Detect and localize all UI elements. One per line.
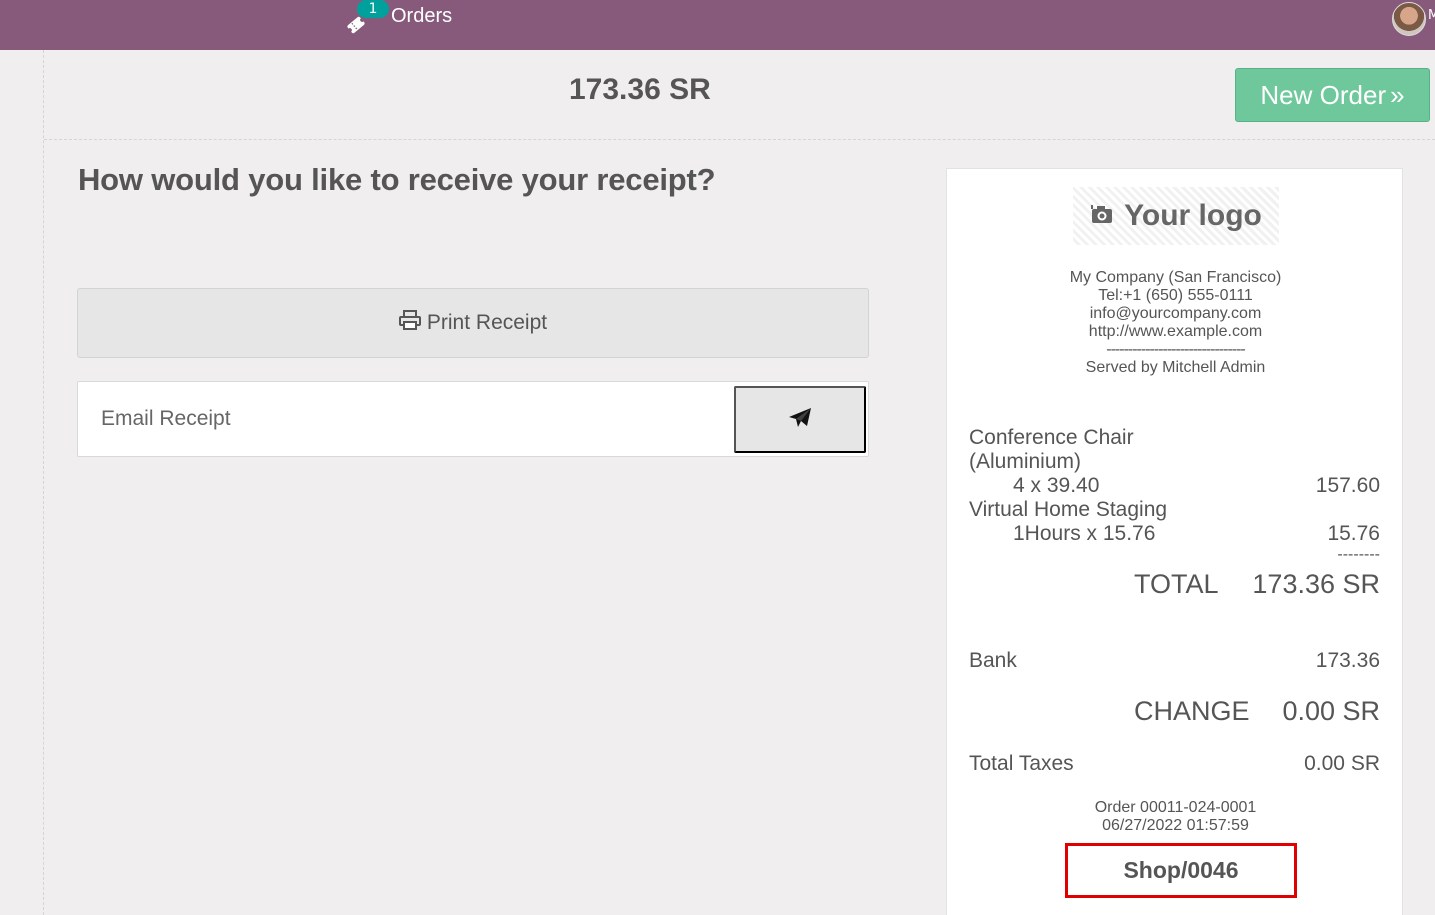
printer-icon — [398, 310, 421, 336]
double-chevron-right-icon: » — [1390, 79, 1405, 110]
print-receipt-label: Print Receipt — [426, 311, 548, 334]
company-name: My Company (San Francisco) — [1069, 269, 1282, 286]
served-by: Served by Mitchell Admin — [1085, 359, 1266, 376]
order-number: Order 00011-024-0001 — [1094, 799, 1257, 816]
new-order-button[interactable]: New Order » — [1235, 68, 1430, 122]
orders-label[interactable]: Orders — [391, 5, 452, 28]
receipt-line-amount: 15.76 — [1327, 522, 1380, 545]
payment-header — [44, 50, 1435, 140]
logo-text: Your logo — [1124, 199, 1262, 232]
ticket-code: Shop/0046 — [1123, 857, 1239, 883]
company-phone: Tel:+1 (650) 555-0111 — [1098, 287, 1253, 304]
receipt-line-name: Conference Chair — [969, 426, 1134, 449]
total-value: 173.36 SR — [1252, 569, 1380, 599]
receipt-line-amount: 157.60 — [1315, 474, 1380, 497]
orders-count-badge: 1 — [357, 0, 389, 18]
payment-method-label: Bank — [969, 649, 1017, 672]
company-separator: -------------------------------- — [1106, 341, 1246, 358]
left-rail — [0, 50, 44, 915]
company-info: My Company (San Francisco) Tel:+1 (650) … — [947, 269, 1404, 377]
print-receipt-button[interactable]: Print Receipt — [77, 288, 869, 358]
change-label: CHANGE — [1134, 696, 1250, 726]
receipt-preview: Your logo My Company (San Francisco) Tel… — [946, 168, 1403, 915]
receipt-line-qty: 1Hours x 15.76 — [1013, 522, 1156, 545]
email-receipt-input[interactable] — [88, 390, 728, 448]
new-order-label: New Order — [1260, 79, 1387, 110]
total-taxes-label: Total Taxes — [969, 752, 1074, 775]
ticket-code-highlight: Shop/0046 — [1065, 843, 1297, 898]
company-website: http://www.example.com — [1088, 323, 1263, 340]
receipt-line-qty: 4 x 39.40 — [1013, 474, 1100, 497]
total-label: TOTAL — [1134, 569, 1219, 599]
company-logo-placeholder: Your logo — [1073, 187, 1279, 245]
email-receipt-row — [77, 381, 869, 457]
user-avatar[interactable] — [1392, 2, 1426, 36]
payment-method-amount: 173.36 — [1315, 649, 1380, 672]
change-value: 0.00 SR — [1282, 696, 1380, 726]
company-email: info@yourcompany.com — [1089, 305, 1262, 322]
receipt-question-heading: How would you like to receive your recei… — [78, 162, 716, 197]
total-taxes-value: 0.00 SR — [1304, 752, 1380, 775]
camera-icon — [1090, 203, 1114, 230]
receipt-line-name-variant: (Aluminium) — [969, 450, 1082, 473]
top-navbar: 1 Orders M — [0, 0, 1435, 50]
user-name-initial[interactable]: M — [1428, 8, 1435, 23]
subtotal-separator: -------- — [1337, 546, 1380, 563]
paper-plane-icon — [788, 407, 812, 432]
order-datetime: 06/27/2022 01:57:59 — [1102, 817, 1249, 834]
order-total-amount: 173.36 SR — [569, 73, 711, 106]
send-email-button[interactable] — [734, 386, 866, 453]
receipt-line-name: Virtual Home Staging — [969, 498, 1168, 521]
